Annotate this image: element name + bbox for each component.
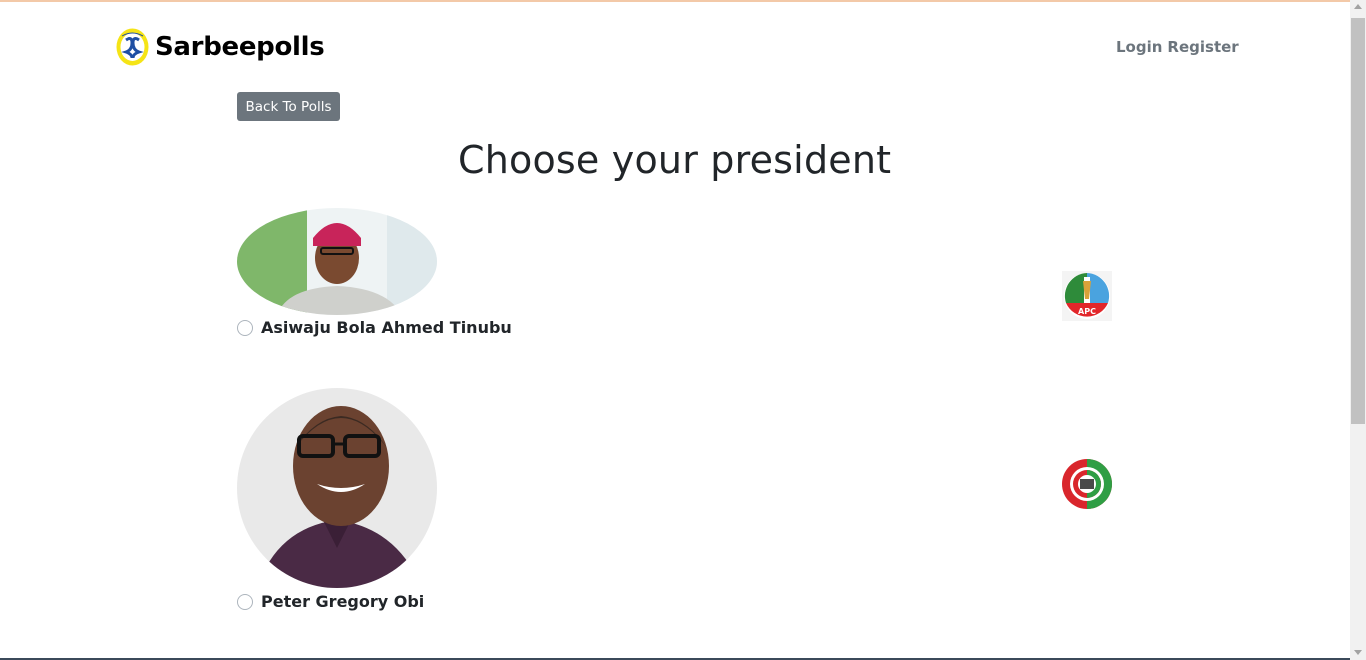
candidate-name: Peter Gregory Obi [261,592,425,611]
apc-party-logo: APC [1062,271,1112,321]
candidate-option-obi[interactable]: Peter Gregory Obi [237,592,424,611]
scrollbar-thumb[interactable] [1351,18,1365,424]
register-link[interactable]: Register [1167,38,1238,56]
login-link[interactable]: Login [1116,38,1162,56]
scroll-up-arrow-icon[interactable] [1354,4,1362,9]
page-title-text: Choose your president [458,138,892,182]
back-to-polls-button[interactable]: Back To Polls [237,92,340,121]
candidate-name: Asiwaju Bola Ahmed Tinubu [261,318,512,337]
candidate-photo-tinubu [237,208,437,315]
brand-home-link[interactable]: Sarbeepolls [116,28,325,66]
candidate-radio[interactable] [237,319,253,336]
labour-party-logo [1062,459,1112,509]
candidate-photo-obi [237,388,437,588]
apc-logo-text: APC [1078,307,1096,316]
scroll-down-arrow-icon[interactable] [1354,650,1362,655]
nav-links: Login Register [1116,38,1239,56]
candidate-option-tinubu[interactable]: Asiwaju Bola Ahmed Tinubu [237,318,512,337]
sarbeepolls-logo-icon [116,28,149,66]
candidate-radio[interactable] [237,593,253,610]
brand-name: Sarbeepolls [155,32,325,62]
top-accent-line [0,0,1366,2]
